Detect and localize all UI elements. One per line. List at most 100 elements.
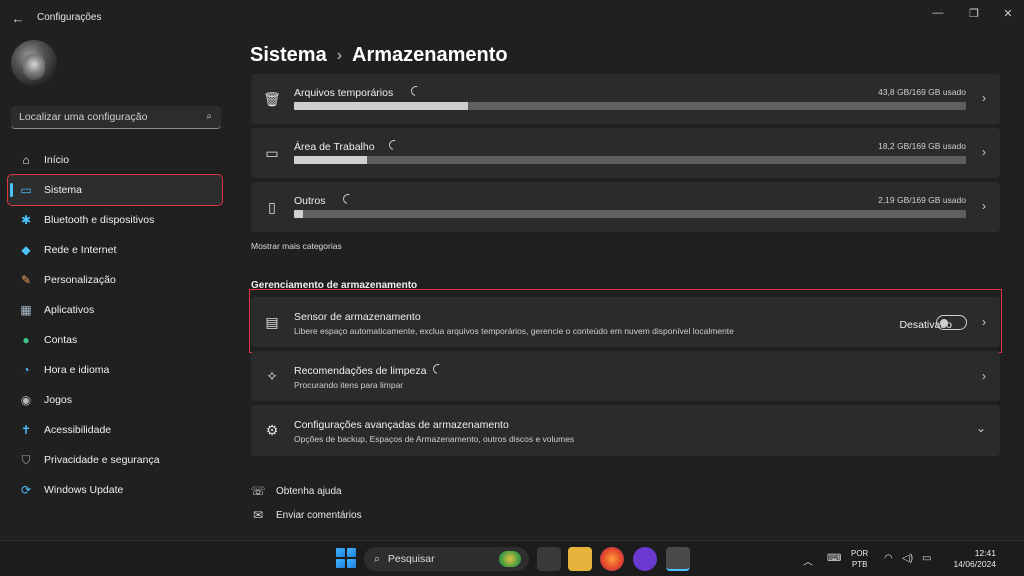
chevron-right-icon[interactable]: › [982,91,986,105]
category-name: Arquivos temporários [294,87,394,99]
highlight-frame [249,289,1002,353]
sidebar-item-acessibilidade[interactable]: ✝ Acessibilidade [8,415,222,445]
gamepad-icon: ◉ [20,393,32,407]
maximize-button[interactable]: ❐ [956,4,992,22]
gear-icon: ⚙ [265,421,279,438]
category-usage: 18,2 GB/169 GB usado [878,141,966,151]
app-title: Configurações [37,12,102,23]
network-icon: ◆ [21,243,31,257]
breadcrumb-sistema[interactable]: Sistema [250,44,327,67]
sidebar-item-label: Início [44,154,70,166]
breadcrumb: Sistema › Armazenamento [250,44,508,67]
storage-category-others[interactable]: ▯ Outros 2,19 GB/169 GB usado › [251,182,1000,232]
battery-icon[interactable]: ▭ [922,553,931,564]
card-title: Recomendações de limpeza [294,365,427,377]
clock-time: 12:41 [974,548,996,558]
loading-spinner-icon [431,362,445,376]
sidebar-item-bluetooth[interactable]: ✱ Bluetooth e dispositivos [8,205,222,235]
sidebar-item-privacidade[interactable]: ⛉ Privacidade e segurança [8,445,222,475]
language-indicator[interactable]: POR PTB [851,548,868,570]
taskbar-search[interactable]: ⌕ Pesquisar [364,547,529,571]
storage-category-desktop[interactable]: ▭ Área de Trabalho 18,2 GB/169 GB usado … [251,128,1000,178]
sidebar-item-label: Bluetooth e dispositivos [44,214,155,226]
monitor-icon: ▭ [265,144,279,161]
close-button[interactable]: ✕ [990,4,1024,22]
sidebar-item-label: Aplicativos [44,304,95,316]
minimize-button[interactable]: — [920,4,956,22]
category-usage: 2,19 GB/169 GB usado [878,195,966,205]
app-icon[interactable] [633,547,657,571]
title-bar: ← Configurações — ❐ ✕ [0,0,1024,36]
accessibility-icon: ✝ [20,423,32,437]
language-bottom: PTB [851,560,868,569]
language-top: POR [851,549,869,558]
get-help-label: Obtenha ajuda [276,485,342,497]
search-input[interactable] [19,111,199,123]
usage-bar [294,102,966,110]
clock[interactable]: 12:41 14/06/2024 [952,548,996,570]
user-avatar[interactable] [11,40,57,86]
usage-bar-fill [294,102,469,110]
trash-icon: 🗑 [263,90,281,107]
firefox-icon[interactable] [600,547,624,571]
sidebar-item-label: Jogos [44,394,73,406]
sidebar-item-personalizacao[interactable]: ✎ Personalização [8,265,222,295]
wifi-icon[interactable]: ◠ [884,553,893,564]
clock-date: 14/06/2024 [953,559,996,569]
category-name: Área de Trabalho [294,141,375,153]
sidebar-item-inicio[interactable]: ⌂ Início [8,145,222,175]
update-icon: ⟳ [20,483,32,497]
get-help-link[interactable]: ☏ Obtenha ajuda [250,484,342,498]
file-explorer-icon[interactable] [568,547,592,571]
feedback-icon: ✉ [252,508,264,522]
settings-search[interactable]: ⌕ [11,106,221,129]
chevron-right-icon[interactable]: › [982,199,986,213]
usage-bar-fill [294,210,303,218]
keyboard-icon[interactable]: ⌨ [827,553,841,564]
search-icon: ⌕ [374,552,380,565]
sidebar-item-hora-idioma[interactable]: ◔ Hora e idioma [8,355,222,385]
loading-spinner-icon [409,84,423,98]
system-icon: ▭ [20,183,32,197]
settings-app-icon[interactable] [666,547,690,571]
usage-bar [294,156,966,164]
sidebar-item-windows-update[interactable]: ⟳ Windows Update [8,475,222,505]
home-icon: ⌂ [22,153,30,167]
category-name: Outros [294,195,326,207]
sidebar-item-label: Privacidade e segurança [44,454,160,466]
usage-bar-fill [294,156,367,164]
sidebar-item-label: Contas [44,334,78,346]
breadcrumb-separator-icon: › [336,46,343,64]
advanced-storage-settings-card[interactable]: ⚙ Configurações avançadas de armazenamen… [251,405,1000,456]
chevron-right-icon[interactable]: › [982,369,986,383]
storage-sense-toggle[interactable] [936,315,967,330]
sidebar-item-rede[interactable]: ◆ Rede e Internet [8,235,222,265]
cleanup-recommendations-card[interactable]: ✧ Recomendações de limpeza Procurando it… [251,351,1000,401]
help-icon: ☏ [250,484,266,498]
apps-icon: ▦ [20,303,32,317]
sidebar-item-label: Rede e Internet [44,244,117,256]
brush-icon: ✎ [20,273,32,287]
storage-category-temp[interactable]: 🗑 Arquivos temporários 43,8 GB/169 GB us… [251,74,1000,124]
sidebar-item-sistema[interactable]: ▭ Sistema [7,174,223,206]
tray-overflow-icon[interactable]: ︿ [803,553,813,568]
volume-icon[interactable]: ◁) [902,553,913,564]
show-more-categories-link[interactable]: Mostrar mais categorias [251,241,342,251]
page-title: Armazenamento [352,44,508,66]
send-feedback-label: Enviar comentários [276,509,362,521]
sidebar-item-contas[interactable]: ● Contas [8,325,222,355]
send-feedback-link[interactable]: ✉ Enviar comentários [250,508,362,522]
loading-spinner-icon [341,192,355,206]
chevron-right-icon[interactable]: › [982,145,986,159]
usage-bar [294,210,966,218]
back-arrow-icon[interactable]: ← [8,8,28,28]
sidebar-item-aplicativos[interactable]: ▦ Aplicativos [8,295,222,325]
task-view-icon[interactable] [537,547,561,571]
taskbar-search-label: Pesquisar [387,553,435,565]
sidebar-item-jogos[interactable]: ◉ Jogos [8,385,222,415]
search-icon[interactable]: ⌕ [206,111,212,122]
chevron-down-icon[interactable]: ⌄ [976,421,986,435]
sidebar-item-label: Personalização [44,274,116,286]
card-subtitle: Opções de backup, Espaços de Armazenamen… [294,434,575,444]
windows-start-icon[interactable] [336,548,356,568]
